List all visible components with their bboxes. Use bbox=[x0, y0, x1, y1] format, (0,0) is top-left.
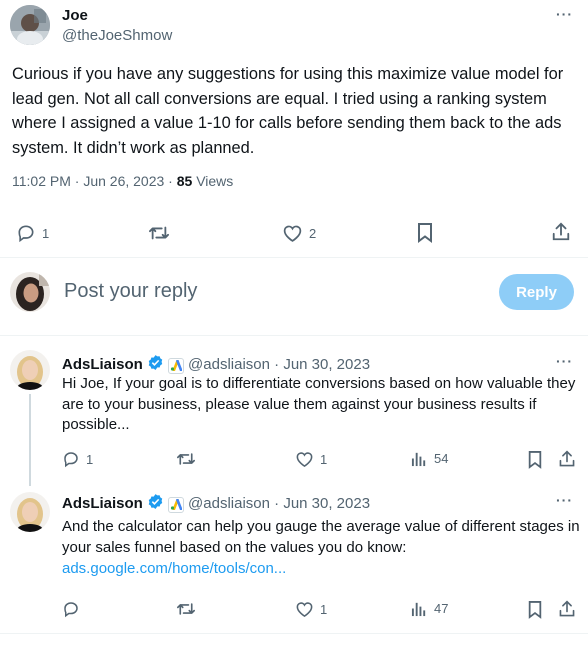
views-button[interactable]: 54 bbox=[411, 450, 448, 467]
like-count: 1 bbox=[320, 451, 328, 467]
bookmark-icon bbox=[527, 450, 543, 469]
google-ads-affiliate-icon[interactable] bbox=[168, 496, 185, 513]
more-icon[interactable]: ··· bbox=[556, 6, 573, 22]
retweet-button[interactable] bbox=[176, 450, 196, 468]
reply-button[interactable] bbox=[62, 600, 86, 618]
views-count: 47 bbox=[434, 601, 449, 616]
views-label: Views bbox=[192, 173, 234, 189]
author-avatar[interactable] bbox=[10, 5, 50, 45]
reply-author-name[interactable]: AdsLiaison bbox=[62, 495, 143, 512]
share-icon bbox=[558, 600, 576, 618]
share-button[interactable] bbox=[558, 600, 576, 618]
reply-author-avatar[interactable] bbox=[10, 492, 50, 532]
retweet-button[interactable] bbox=[176, 600, 196, 618]
views-icon bbox=[411, 450, 428, 467]
reply-header: AdsLiaison @adsliaison · Jun 30, 2023 bbox=[62, 493, 370, 514]
reply-text: And the calculator can help you gauge th… bbox=[62, 516, 582, 579]
tweet-text: Curious if you have any suggestions for … bbox=[12, 65, 564, 157]
views-count: 85 bbox=[176, 173, 193, 189]
views-icon bbox=[411, 600, 428, 617]
like-icon bbox=[295, 600, 314, 618]
views-count: 54 bbox=[434, 451, 449, 466]
reply-text: Hi Joe, If your goal is to differentiate… bbox=[62, 375, 576, 433]
separator: · bbox=[269, 495, 284, 512]
divider bbox=[0, 257, 588, 258]
reply-text-body: And the calculator can help you gauge th… bbox=[62, 518, 580, 556]
thread-line bbox=[29, 394, 31, 486]
author-name[interactable]: Joe bbox=[62, 7, 88, 24]
reply-author-name[interactable]: AdsLiaison bbox=[62, 356, 143, 373]
bookmark-icon bbox=[527, 600, 543, 619]
share-icon bbox=[558, 450, 576, 468]
reply-date[interactable]: Jun 30, 2023 bbox=[283, 356, 370, 373]
reply-author-avatar[interactable] bbox=[10, 350, 50, 390]
reply-icon bbox=[62, 450, 80, 468]
reply-date[interactable]: Jun 30, 2023 bbox=[283, 495, 370, 512]
author-handle[interactable]: @theJoeShmow bbox=[62, 27, 172, 44]
like-icon bbox=[282, 223, 303, 243]
retweet-icon bbox=[176, 450, 196, 468]
reply-button[interactable]: 1 bbox=[62, 450, 93, 468]
like-button[interactable]: 1 bbox=[295, 600, 327, 618]
bookmark-button[interactable] bbox=[416, 222, 434, 243]
reply-author-handle[interactable]: @adsliaison bbox=[188, 356, 270, 373]
bookmark-icon bbox=[416, 222, 434, 243]
reply-submit-button[interactable]: Reply bbox=[499, 274, 574, 310]
retweet-button[interactable] bbox=[148, 223, 170, 243]
like-button[interactable]: 1 bbox=[295, 450, 327, 468]
like-button[interactable]: 2 bbox=[282, 223, 316, 243]
reply-header: AdsLiaison @adsliaison · Jun 30, 2023 bbox=[62, 354, 370, 375]
share-button[interactable] bbox=[558, 450, 576, 468]
reply-count: 1 bbox=[42, 225, 50, 241]
tweet-meta: 11:02 PM · Jun 26, 2023 · 85 Views bbox=[12, 173, 233, 189]
divider bbox=[0, 335, 588, 336]
separator: · bbox=[269, 356, 284, 373]
more-icon[interactable]: ··· bbox=[556, 492, 573, 508]
share-icon bbox=[551, 222, 571, 242]
current-user-avatar[interactable] bbox=[10, 272, 50, 312]
reply-link[interactable]: ads.google.com/home/tools/con... bbox=[62, 560, 286, 577]
bookmark-button[interactable] bbox=[527, 600, 543, 619]
retweet-icon bbox=[176, 600, 196, 618]
views-button[interactable]: 47 bbox=[411, 600, 448, 617]
reply-count: 1 bbox=[86, 451, 94, 467]
reply-icon bbox=[62, 600, 80, 618]
more-icon[interactable]: ··· bbox=[556, 353, 573, 369]
reply-input[interactable]: Post your reply bbox=[64, 280, 197, 303]
like-count: 1 bbox=[320, 601, 328, 617]
verified-badge-icon bbox=[147, 493, 164, 514]
like-icon bbox=[295, 450, 314, 468]
like-count: 2 bbox=[309, 225, 317, 241]
tweet-timestamp[interactable]: 11:02 PM · Jun 26, 2023 · bbox=[12, 173, 177, 189]
reply-author-handle[interactable]: @adsliaison bbox=[188, 495, 270, 512]
reply-button[interactable]: 1 bbox=[16, 223, 49, 243]
verified-badge-icon bbox=[147, 354, 164, 375]
divider bbox=[0, 633, 588, 634]
retweet-icon bbox=[148, 223, 170, 243]
reply-icon bbox=[16, 223, 36, 243]
google-ads-affiliate-icon[interactable] bbox=[168, 357, 185, 374]
bookmark-button[interactable] bbox=[527, 450, 543, 469]
share-button[interactable] bbox=[551, 222, 571, 242]
